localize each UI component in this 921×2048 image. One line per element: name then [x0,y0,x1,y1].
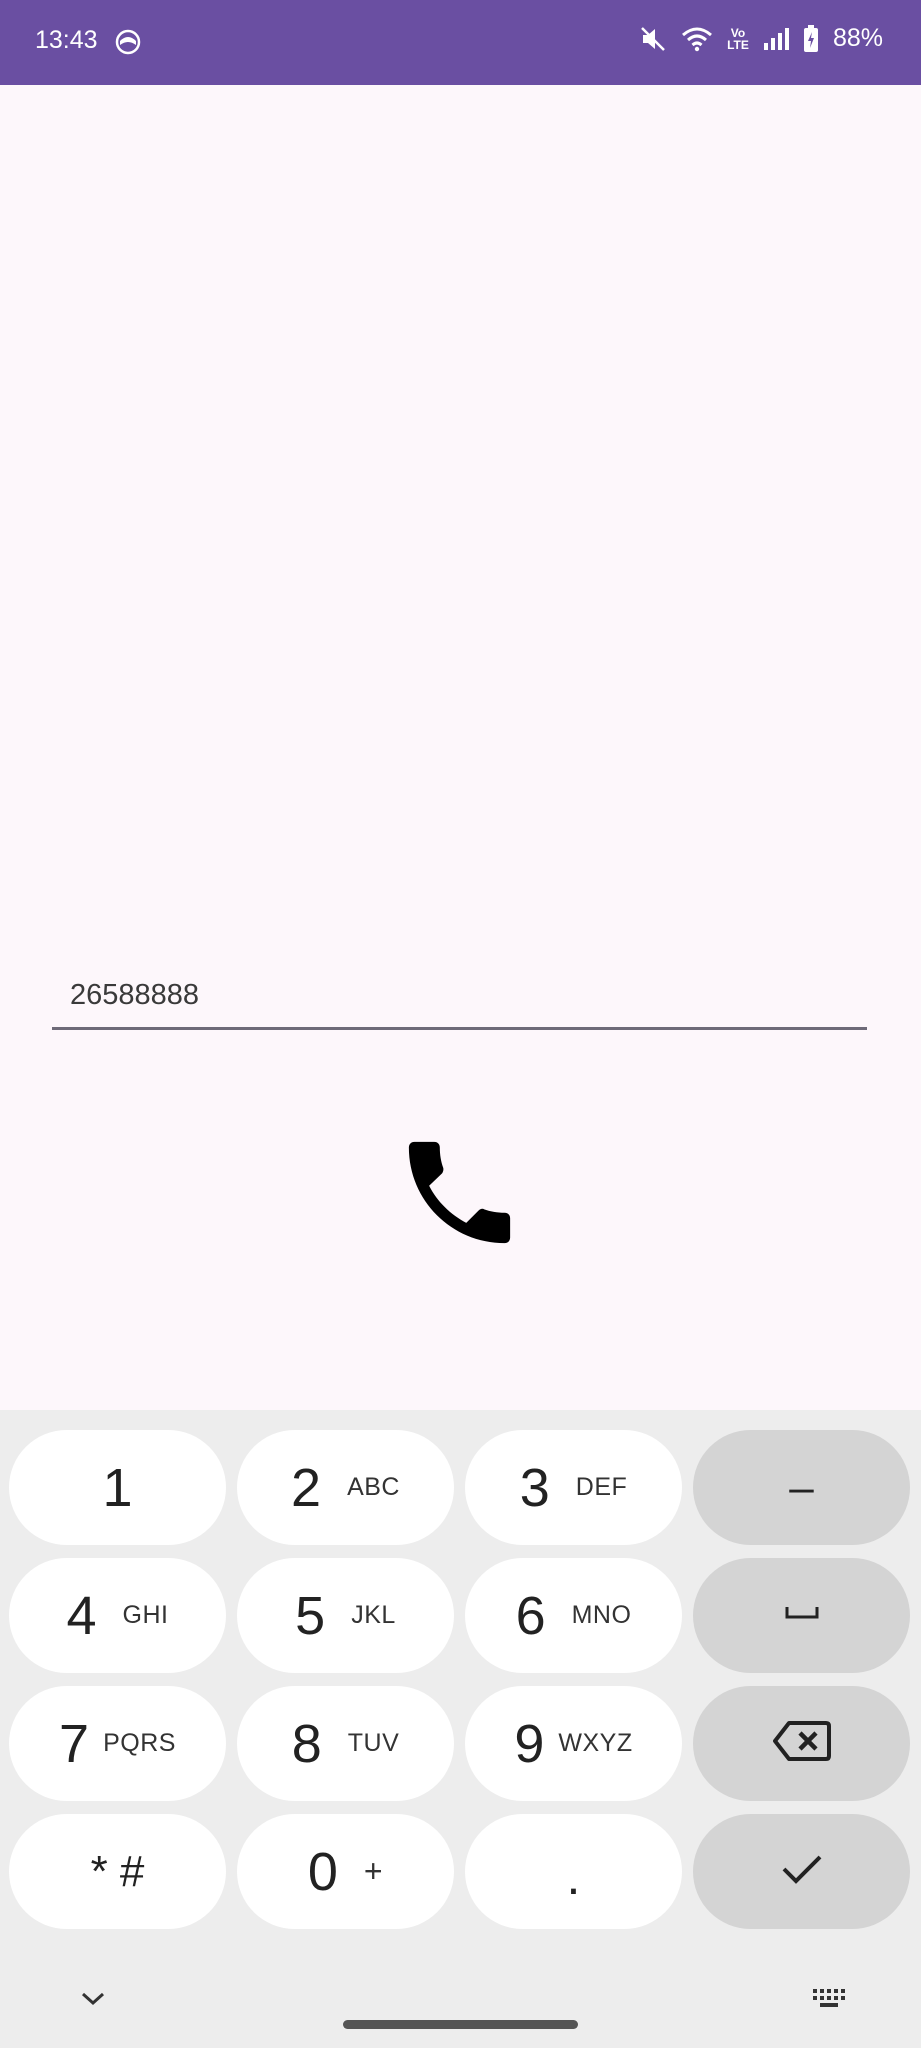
key-1-label: 1 [102,1457,133,1518]
key-0-plus: + [363,1853,384,1889]
status-bar: 13:43 Vo LTE 88% [0,0,921,85]
status-time: 13:43 [35,26,98,54]
battery-icon [803,24,819,53]
numeric-keyboard: 1 2 ABC 3 DEF – 4 GHI 5 JKL 6 MNO 7 PQRS… [0,1410,921,2048]
key-dot-label: . [566,1848,581,1905]
key-5-label: 5 [295,1585,326,1646]
key-9-letters: WXYZ [558,1729,633,1757]
key-9-label: 9 [514,1713,545,1774]
key-8-letters: TUV [347,1729,400,1757]
key-minus-label: – [789,1462,814,1512]
dialer-screen: 26588888 [0,85,921,1410]
volte-label: Vo LTE [727,25,749,52]
backspace-icon [772,1720,831,1767]
key-dot[interactable]: . [465,1814,682,1929]
key-1[interactable]: 1 [9,1430,226,1545]
key-star-hash[interactable]: * # [9,1814,226,1929]
phone-number-input[interactable]: 26588888 [52,975,867,1030]
key-2-letters: ABC [347,1473,400,1501]
key-0[interactable]: 0 + [237,1814,454,1929]
phone-icon [392,1125,527,1265]
notification-face-icon [115,29,141,60]
key-7-label: 7 [59,1713,90,1774]
key-2-label: 2 [291,1457,322,1518]
key-6[interactable]: 6 MNO [465,1558,682,1673]
key-7[interactable]: 7 PQRS [9,1686,226,1801]
key-star-hash-label: * # [90,1846,145,1896]
key-5-letters: JKL [351,1601,396,1629]
key-5[interactable]: 5 JKL [237,1558,454,1673]
space-icon [784,1604,820,1627]
key-backspace[interactable] [693,1686,910,1801]
mute-icon [639,25,667,53]
key-7-letters: PQRS [103,1729,176,1757]
key-0-label: 0 [307,1841,338,1902]
key-3-label: 3 [519,1457,550,1518]
signal-icon [763,27,789,51]
key-done[interactable] [693,1814,910,1929]
battery-percent: 88% [832,24,883,52]
key-4[interactable]: 4 GHI [9,1558,226,1673]
key-9[interactable]: 9 WXYZ [465,1686,682,1801]
key-minus[interactable]: – [693,1430,910,1545]
key-4-label: 4 [66,1585,97,1646]
call-button[interactable] [392,1125,527,1265]
keyboard-switch-icon[interactable] [811,1987,847,2016]
key-space[interactable] [693,1558,910,1673]
wifi-icon [681,26,713,52]
key-3-letters: DEF [575,1473,628,1501]
status-icons: Vo LTE 88% [639,24,883,53]
key-4-letters: GHI [122,1601,169,1629]
key-6-letters: MNO [571,1601,632,1629]
key-2[interactable]: 2 ABC [237,1430,454,1545]
checkmark-icon [780,1852,824,1891]
key-6-label: 6 [515,1585,546,1646]
key-3[interactable]: 3 DEF [465,1430,682,1545]
navigation-handle[interactable] [343,2020,578,2029]
key-8-label: 8 [291,1713,322,1774]
key-8[interactable]: 8 TUV [237,1686,454,1801]
phone-number-value: 26588888 [70,979,200,1011]
hide-keyboard-chevron-icon[interactable] [80,1990,106,2013]
